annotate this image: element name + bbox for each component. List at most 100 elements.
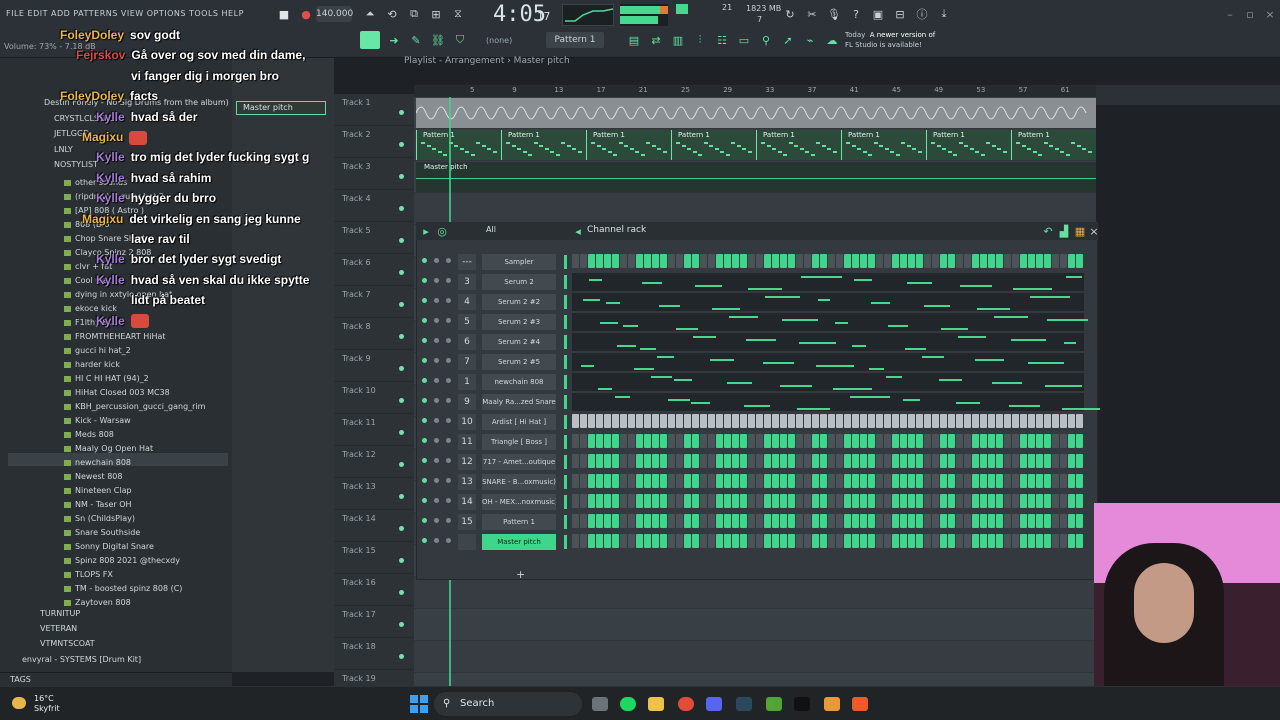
- step-button[interactable]: [1036, 254, 1043, 268]
- steam-icon[interactable]: [736, 697, 752, 711]
- spotify-icon[interactable]: [620, 697, 636, 711]
- step-button[interactable]: [812, 454, 819, 468]
- step-button[interactable]: [700, 414, 707, 428]
- step-button[interactable]: [716, 414, 723, 428]
- playlist-lane[interactable]: [414, 577, 1096, 609]
- channel-select-led[interactable]: [564, 255, 567, 269]
- arrow-right-icon[interactable]: ➜: [386, 32, 402, 48]
- track-header[interactable]: Track 6: [334, 254, 414, 286]
- step-button[interactable]: [684, 474, 691, 488]
- step-button[interactable]: [732, 434, 739, 448]
- step-button[interactable]: [988, 434, 995, 448]
- step-button[interactable]: [628, 434, 635, 448]
- step-button[interactable]: [620, 434, 627, 448]
- channel-row[interactable]: 14 OH - MEX...noxmusic): [418, 493, 1086, 511]
- step-button[interactable]: [700, 474, 707, 488]
- channel-name-button[interactable]: Triangle [ Boss ]: [482, 434, 556, 450]
- step-button[interactable]: [596, 414, 603, 428]
- track-header[interactable]: Track 14: [334, 510, 414, 542]
- arrange-icon[interactable]: ⇄: [648, 32, 664, 48]
- step-button[interactable]: [772, 414, 779, 428]
- step-button[interactable]: [980, 454, 987, 468]
- step-button[interactable]: [812, 434, 819, 448]
- channel-pan-knob[interactable]: [434, 518, 439, 523]
- track-header[interactable]: Track 1: [334, 94, 414, 126]
- step-button[interactable]: [1068, 474, 1075, 488]
- step-button[interactable]: [1060, 534, 1067, 548]
- channel-mixer-track[interactable]: ---: [458, 254, 476, 270]
- step-button[interactable]: [732, 534, 739, 548]
- channel-volume-knob[interactable]: [446, 498, 451, 503]
- step-button[interactable]: [732, 474, 739, 488]
- step-button[interactable]: [644, 534, 651, 548]
- step-button[interactable]: [1060, 474, 1067, 488]
- step-button[interactable]: [1020, 494, 1027, 508]
- step-button[interactable]: [988, 474, 995, 488]
- step-button[interactable]: [780, 494, 787, 508]
- step-button[interactable]: [724, 414, 731, 428]
- step-button[interactable]: [612, 414, 619, 428]
- stop-icon[interactable]: ■: [276, 6, 292, 22]
- step-button[interactable]: [852, 454, 859, 468]
- step-button[interactable]: [668, 494, 675, 508]
- channel-row[interactable]: 9 Maaly Ra...zed Snare: [418, 393, 1100, 411]
- step-button[interactable]: [828, 474, 835, 488]
- step-button[interactable]: [764, 434, 771, 448]
- track-mute-led[interactable]: [399, 174, 404, 179]
- channel-volume-knob[interactable]: [446, 458, 451, 463]
- playlist-lane[interactable]: [414, 641, 1096, 673]
- step-button[interactable]: [636, 434, 643, 448]
- step-button[interactable]: [788, 254, 795, 268]
- step-button[interactable]: [620, 254, 627, 268]
- channel-name-button[interactable]: newchain 808: [482, 374, 556, 390]
- tempo-display[interactable]: 140.000: [316, 6, 353, 22]
- step-button[interactable]: [876, 434, 883, 448]
- step-button[interactable]: [860, 534, 867, 548]
- channel-row[interactable]: 15 Pattern 1: [418, 513, 1086, 531]
- step-button[interactable]: [772, 534, 779, 548]
- track-mute-led[interactable]: [399, 366, 404, 371]
- step-button[interactable]: [844, 534, 851, 548]
- track-header[interactable]: Track 16: [334, 574, 414, 606]
- channel-name-button[interactable]: Serum 2 #2: [482, 294, 556, 310]
- channel-pan-knob[interactable]: [434, 378, 439, 383]
- step-button[interactable]: [868, 514, 875, 528]
- step-button[interactable]: [796, 434, 803, 448]
- step-button[interactable]: [740, 534, 747, 548]
- pattern-clip[interactable]: Pattern 1: [926, 130, 1010, 160]
- step-button[interactable]: [572, 414, 579, 428]
- step-button[interactable]: [612, 534, 619, 548]
- step-button[interactable]: [588, 434, 595, 448]
- step-button[interactable]: [892, 494, 899, 508]
- step-button[interactable]: [572, 474, 579, 488]
- step-button[interactable]: [1020, 454, 1027, 468]
- track-header[interactable]: Track 17: [334, 606, 414, 638]
- step-button[interactable]: [1068, 454, 1075, 468]
- step-button[interactable]: [868, 494, 875, 508]
- mini-piano-roll[interactable]: [572, 293, 1084, 311]
- step-button[interactable]: [964, 494, 971, 508]
- channel-name-button[interactable]: Maaly Ra...zed Snare: [482, 394, 556, 410]
- playlist-lane[interactable]: [414, 193, 1096, 225]
- save-icon[interactable]: ▣: [870, 6, 886, 22]
- track-mute-led[interactable]: [399, 110, 404, 115]
- browser-item[interactable]: Zaytoven 808: [64, 598, 131, 607]
- step-button[interactable]: [692, 494, 699, 508]
- browser-item[interactable]: newchain 808: [64, 458, 131, 467]
- step-button[interactable]: [900, 414, 907, 428]
- step-button[interactable]: [700, 534, 707, 548]
- channel-mixer-track[interactable]: 12: [458, 454, 476, 470]
- channel-pan-knob[interactable]: [434, 258, 439, 263]
- step-button[interactable]: [860, 414, 867, 428]
- step-button[interactable]: [604, 454, 611, 468]
- step-button[interactable]: [836, 514, 843, 528]
- step-button[interactable]: [820, 534, 827, 548]
- track-mute-led[interactable]: [399, 430, 404, 435]
- step-button[interactable]: [964, 514, 971, 528]
- step-button[interactable]: [884, 454, 891, 468]
- step-button[interactable]: [756, 414, 763, 428]
- pattern-clip[interactable]: Pattern 1: [586, 130, 670, 160]
- step-button[interactable]: [924, 454, 931, 468]
- step-button[interactable]: [860, 514, 867, 528]
- step-button[interactable]: [676, 254, 683, 268]
